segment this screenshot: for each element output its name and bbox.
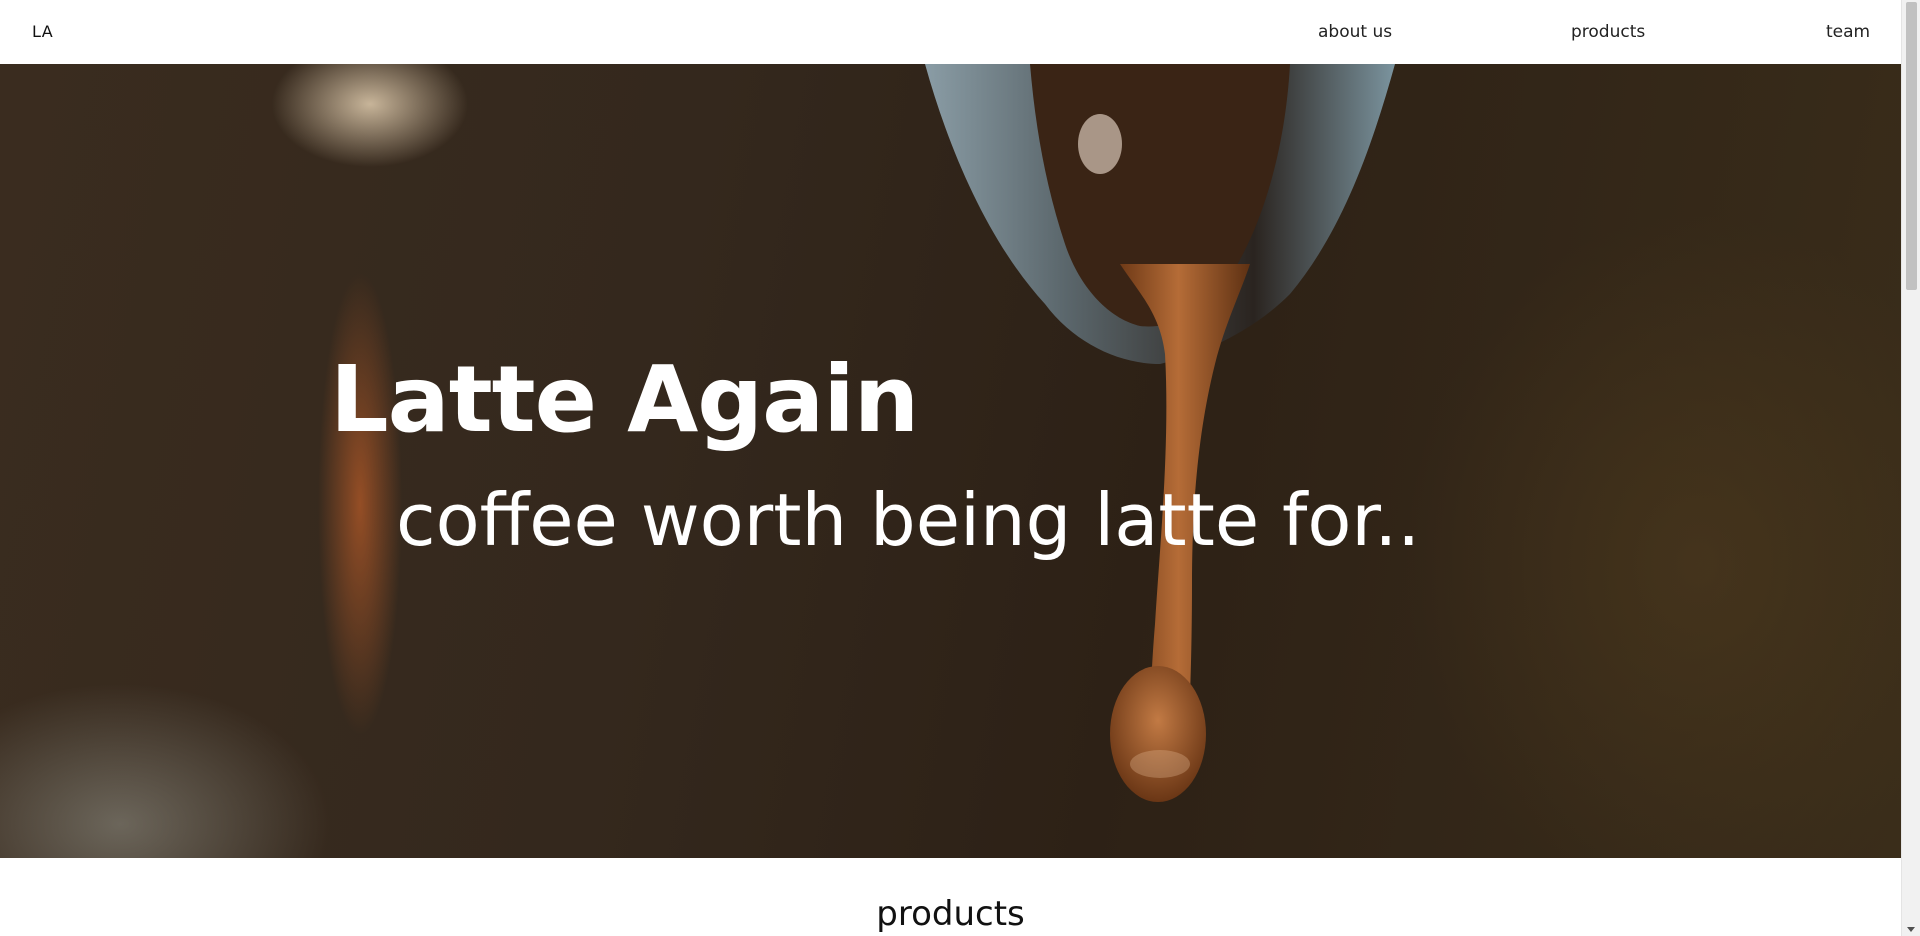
nav-link-products[interactable]: products <box>1571 22 1645 42</box>
page: LA about us products team Latte Again co… <box>0 0 1920 936</box>
hero-title: Latte Again <box>330 346 919 453</box>
nav-link-team[interactable]: team <box>1826 22 1870 42</box>
products-section-title: products <box>876 894 1025 934</box>
hero-background-image <box>925 64 1395 802</box>
scroll-down-arrow-icon[interactable] <box>1907 927 1915 932</box>
hero-banner: Latte Again coffee worth being latte for… <box>0 64 1901 858</box>
top-navbar: LA about us products team <box>0 0 1901 64</box>
logo-link[interactable]: LA <box>32 22 53 41</box>
scrollbar-thumb[interactable] <box>1906 2 1917 290</box>
nav-link-about-us[interactable]: about us <box>1318 22 1392 42</box>
hero-subtitle: coffee worth being latte for.. <box>396 478 1421 562</box>
vertical-scrollbar[interactable] <box>1901 0 1920 936</box>
